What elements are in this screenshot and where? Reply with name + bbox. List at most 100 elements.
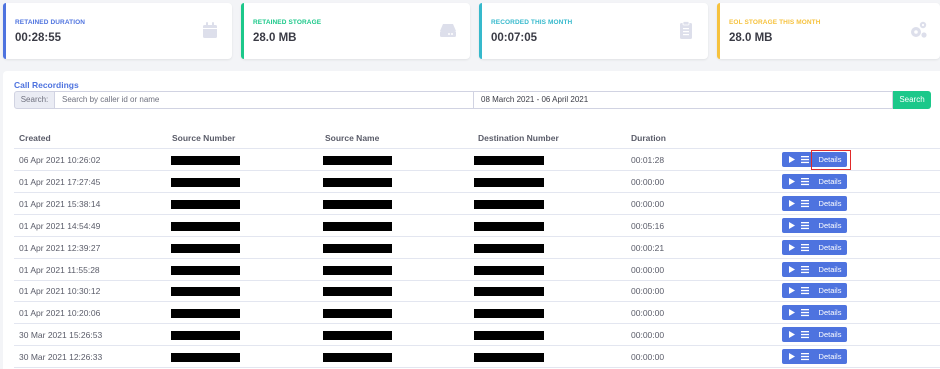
card-retained-storage: RETAINED STORAGE 28.0 MB [241, 3, 470, 59]
column-header-source-name[interactable]: Source Name [325, 133, 379, 143]
search-input[interactable]: Search by caller id or name [55, 91, 474, 109]
created-cell: 01 Apr 2021 14:54:49 [19, 220, 101, 231]
details-button[interactable]: Details [814, 240, 846, 255]
menu-icon[interactable] [799, 349, 811, 364]
redacted-source-number [171, 177, 240, 187]
details-button[interactable]: Details [814, 283, 846, 298]
menu-icon[interactable] [799, 174, 811, 189]
column-header-source-number[interactable]: Source Number [172, 133, 235, 143]
panel-title: Call Recordings [14, 80, 79, 90]
menu-icon[interactable] [799, 327, 811, 342]
card-accent-bar [241, 3, 244, 59]
play-icon[interactable] [786, 152, 798, 167]
play-icon[interactable] [786, 240, 798, 255]
redacted-destination-number [474, 199, 544, 209]
play-icon[interactable] [786, 283, 798, 298]
redacted-destination-number [474, 156, 544, 165]
search-label: Search: [14, 91, 55, 109]
details-button[interactable]: Details [814, 196, 846, 211]
redacted-destination-number [474, 265, 544, 275]
call-recordings-panel: Call Recordings Search: Search by caller… [3, 71, 940, 369]
redacted-destination-number [474, 331, 544, 341]
redacted-source-number [171, 309, 240, 319]
card-value: 00:07:05 [491, 32, 538, 44]
table-row: 01 Apr 2021 10:20:06 00:00:00 Details [14, 302, 940, 325]
search-button[interactable]: Search [893, 91, 931, 109]
redacted-source-number [171, 287, 240, 297]
redacted-destination-number [474, 177, 544, 187]
duration-cell: 00:00:00 [631, 198, 665, 209]
row-actions: Details [782, 283, 847, 299]
card-label: EOL STORAGE THIS MONTH [729, 19, 821, 26]
redacted-source-name [323, 177, 392, 187]
redacted-source-number [171, 156, 240, 165]
created-cell: 30 Mar 2021 12:26:33 [19, 352, 103, 363]
clipboard-icon [680, 21, 692, 39]
duration-cell: 00:00:00 [631, 286, 665, 297]
card-recorded-this-month: RECORDED THIS MONTH 00:07:05 [479, 3, 708, 59]
card-accent-bar [479, 3, 482, 59]
play-icon[interactable] [786, 349, 798, 364]
table-row: 30 Mar 2021 15:26:53 00:00:00 Details [14, 324, 940, 347]
menu-icon[interactable] [799, 240, 811, 255]
details-button[interactable]: Details [814, 349, 846, 364]
card-value: 00:28:55 [15, 32, 62, 44]
duration-cell: 00:00:00 [631, 330, 665, 341]
row-actions: Details [782, 305, 847, 321]
card-label: RECORDED THIS MONTH [491, 19, 573, 26]
row-actions: Details [782, 173, 847, 189]
row-actions: Details [782, 217, 847, 233]
redacted-source-name [323, 221, 392, 231]
date-range-input[interactable]: 08 March 2021 - 06 April 2021 [474, 91, 893, 109]
details-button[interactable]: Details [814, 262, 846, 277]
redacted-destination-number [474, 243, 544, 253]
duration-cell: 00:00:21 [631, 242, 665, 253]
redacted-destination-number [474, 287, 544, 297]
menu-icon[interactable] [799, 152, 811, 167]
column-header-duration[interactable]: Duration [631, 133, 666, 143]
menu-icon[interactable] [799, 196, 811, 211]
table-header: Created Source Number Source Name Destin… [14, 129, 940, 149]
row-actions: Details [782, 327, 847, 343]
card-value: 28.0 MB [253, 32, 297, 44]
table-row: 01 Apr 2021 10:30:12 00:00:00 Details [14, 280, 940, 303]
menu-icon[interactable] [799, 305, 811, 320]
menu-icon[interactable] [799, 218, 811, 233]
details-button[interactable]: Details [814, 174, 846, 189]
redacted-source-number [171, 221, 240, 231]
duration-cell: 00:00:00 [631, 176, 665, 187]
column-header-destination-number[interactable]: Destination Number [478, 133, 559, 143]
row-actions: Details [782, 261, 847, 277]
created-cell: 06 Apr 2021 10:26:02 [19, 155, 101, 165]
details-button[interactable]: Details [814, 327, 846, 342]
created-cell: 30 Mar 2021 15:26:53 [19, 330, 103, 341]
menu-icon[interactable] [799, 262, 811, 277]
duration-cell: 00:00:00 [631, 264, 665, 275]
summary-cards: RETAINED DURATION 00:28:55 RETAINED STOR… [3, 3, 940, 59]
cogs-icon [911, 21, 927, 38]
details-button[interactable]: Details [814, 305, 846, 320]
card-accent-bar [717, 3, 720, 59]
play-icon[interactable] [786, 262, 798, 277]
column-header-created[interactable]: Created [19, 133, 51, 143]
redacted-source-number [171, 265, 240, 275]
redacted-source-name [323, 156, 392, 165]
table-row: 30 Mar 2021 12:26:33 00:00:00 Details [14, 346, 940, 369]
table-row: 01 Apr 2021 14:54:49 00:05:16 Details [14, 215, 940, 237]
menu-icon[interactable] [799, 283, 811, 298]
play-icon[interactable] [786, 174, 798, 189]
redacted-source-name [323, 331, 392, 341]
table-row: 01 Apr 2021 12:39:27 00:00:21 Details [14, 237, 940, 259]
card-value: 28.0 MB [729, 32, 773, 44]
play-icon[interactable] [786, 327, 798, 342]
card-label: RETAINED STORAGE [253, 19, 322, 26]
created-cell: 01 Apr 2021 10:20:06 [19, 308, 101, 319]
redacted-destination-number [474, 353, 544, 363]
duration-cell: 00:00:00 [631, 352, 665, 363]
play-icon[interactable] [786, 305, 798, 320]
created-cell: 01 Apr 2021 12:39:27 [19, 242, 101, 253]
duration-cell: 00:00:00 [631, 308, 665, 319]
play-icon[interactable] [786, 196, 798, 211]
details-button[interactable]: Details [814, 218, 846, 233]
play-icon[interactable] [786, 218, 798, 233]
